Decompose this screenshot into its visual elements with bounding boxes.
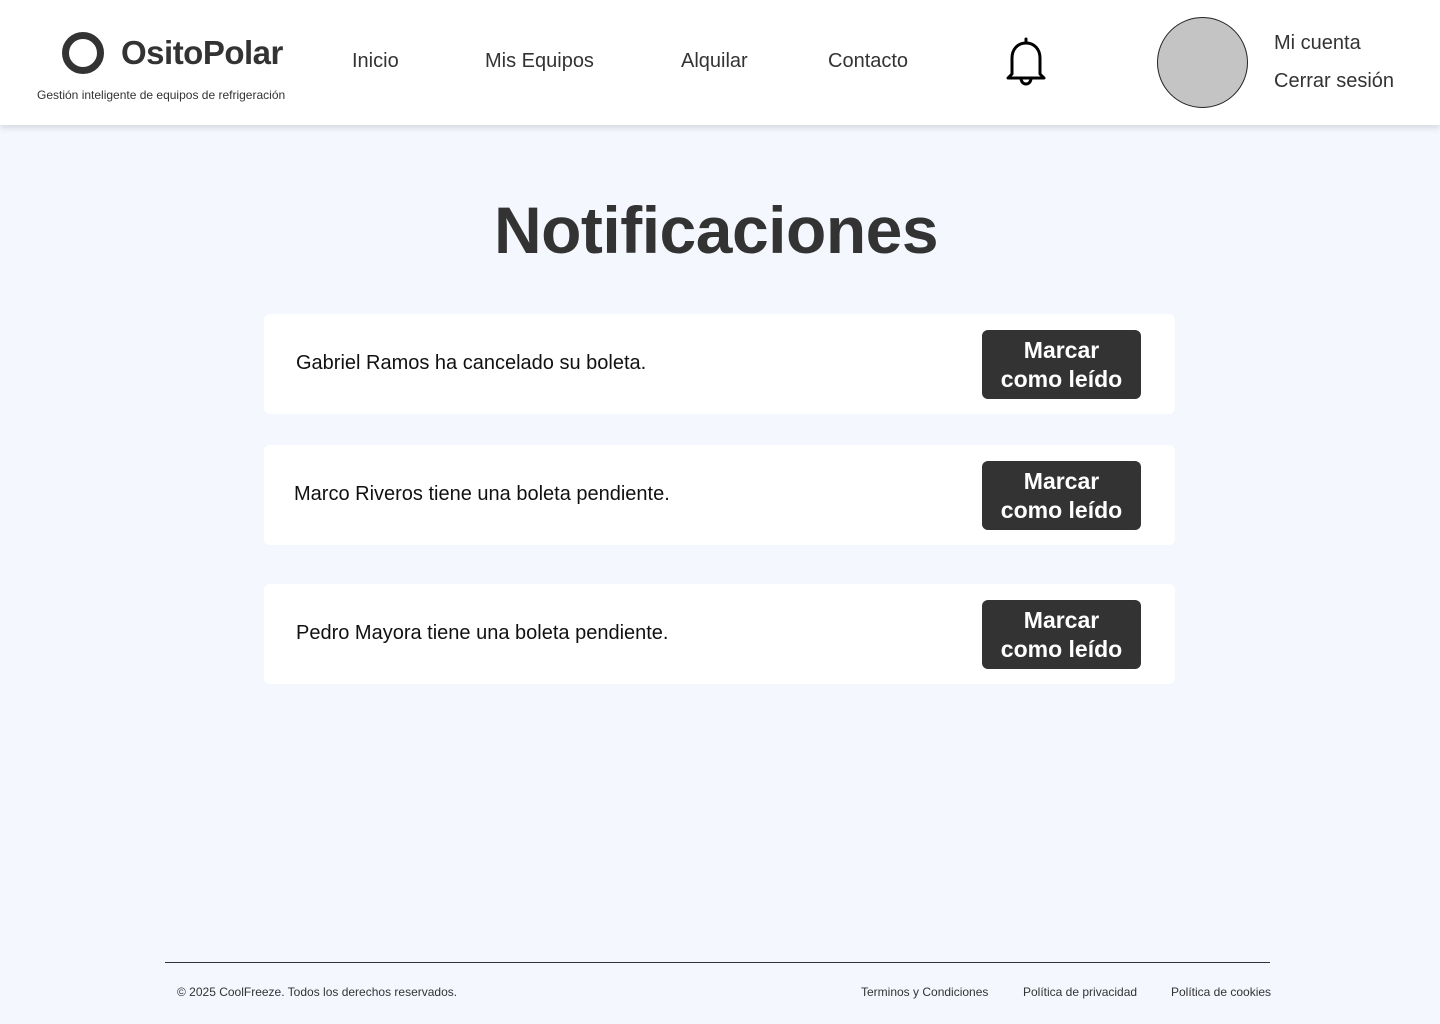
my-account-link[interactable]: Mi cuenta bbox=[1274, 32, 1361, 55]
nav-mis-equipos[interactable]: Mis Equipos bbox=[485, 50, 594, 73]
user-avatar[interactable] bbox=[1157, 17, 1248, 108]
footer-link-terms[interactable]: Terminos y Condiciones bbox=[861, 985, 988, 999]
footer-divider bbox=[165, 962, 1270, 963]
brand-tagline: Gestión inteligente de equipos de refrig… bbox=[37, 88, 286, 102]
page-title: Notificaciones bbox=[493, 193, 939, 267]
nav-alquilar[interactable]: Alquilar bbox=[681, 50, 748, 73]
ring-logo-icon[interactable] bbox=[62, 32, 104, 74]
mark-as-read-button[interactable]: Marcar como leído bbox=[982, 600, 1141, 669]
notification-card: Gabriel Ramos ha cancelado su boleta. Ma… bbox=[264, 314, 1175, 414]
nav-inicio[interactable]: Inicio bbox=[352, 50, 399, 73]
logout-link[interactable]: Cerrar sesión bbox=[1274, 70, 1394, 93]
footer-link-cookies[interactable]: Política de cookies bbox=[1171, 985, 1271, 999]
top-header: OsitoPolar Gestión inteligente de equipo… bbox=[0, 0, 1440, 125]
mark-as-read-button[interactable]: Marcar como leído bbox=[982, 330, 1141, 399]
footer-copyright: © 2025 CoolFreeze. Todos los derechos re… bbox=[177, 985, 458, 999]
nav-contacto[interactable]: Contacto bbox=[828, 50, 908, 73]
mark-as-read-button[interactable]: Marcar como leído bbox=[982, 461, 1141, 530]
bell-icon[interactable] bbox=[1004, 36, 1048, 86]
notification-message: Pedro Mayora tiene una boleta pendiente. bbox=[296, 622, 669, 644]
footer-link-privacy[interactable]: Política de privacidad bbox=[1023, 985, 1137, 999]
notification-message: Marco Riveros tiene una boleta pendiente… bbox=[294, 483, 670, 505]
brand-name[interactable]: OsitoPolar bbox=[121, 34, 283, 72]
notification-card: Pedro Mayora tiene una boleta pendiente.… bbox=[264, 584, 1175, 684]
notification-card: Marco Riveros tiene una boleta pendiente… bbox=[264, 445, 1175, 545]
notification-message: Gabriel Ramos ha cancelado su boleta. bbox=[296, 352, 647, 374]
